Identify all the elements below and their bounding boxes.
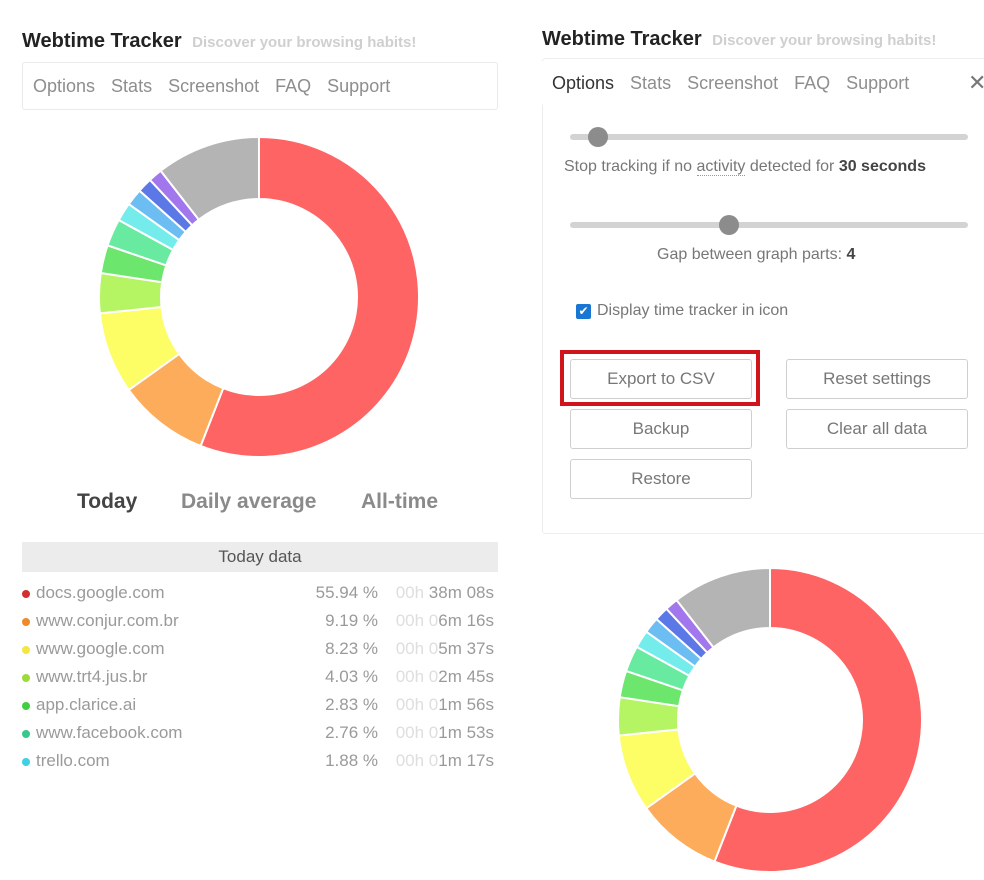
- table-row[interactable]: app.clarice.ai 2.83 % 00h 01m 56s: [22, 692, 498, 720]
- site-name: www.trt4.jus.br: [36, 667, 148, 686]
- stop-tracking-text: detected for: [745, 158, 839, 175]
- stop-tracking-value: 30 seconds: [838, 158, 926, 175]
- gap-label: Gap between graph parts: 4: [657, 246, 855, 264]
- nav-options[interactable]: Options: [552, 73, 614, 94]
- color-dot: [22, 702, 30, 710]
- nav-screenshot[interactable]: Screenshot: [687, 73, 778, 94]
- site-name: app.clarice.ai: [36, 695, 137, 714]
- site-name: www.facebook.com: [36, 723, 183, 742]
- nav-screenshot[interactable]: Screenshot: [168, 76, 259, 97]
- table-row[interactable]: docs.google.com 55.94 % 00h 38m 08s: [22, 580, 498, 608]
- site-time: 00h 38m 08s: [395, 583, 494, 602]
- tab-daily-average[interactable]: Daily average: [181, 490, 316, 514]
- activity-link[interactable]: activity: [696, 158, 746, 176]
- color-dot: [22, 730, 30, 738]
- clear-all-data-button[interactable]: Clear all data: [786, 409, 968, 449]
- site-percent: 9.19 %: [325, 611, 378, 630]
- export-csv-button[interactable]: Export to CSV: [570, 359, 752, 399]
- site-time: 00h 01m 56s: [395, 695, 494, 714]
- tab-all-time[interactable]: All-time: [361, 490, 438, 514]
- nav-faq[interactable]: FAQ: [794, 73, 830, 94]
- usage-donut-chart: [617, 566, 923, 873]
- site-percent: 1.88 %: [325, 751, 378, 770]
- table-row[interactable]: www.google.com 8.23 % 00h 05m 37s: [22, 636, 498, 664]
- site-percent: 55.94 %: [315, 583, 378, 602]
- site-percent: 4.03 %: [325, 667, 378, 686]
- nav-stats[interactable]: Stats: [630, 73, 671, 94]
- period-tabs: Today Daily average All-time: [0, 490, 520, 520]
- color-dot: [22, 618, 30, 626]
- table-row[interactable]: trello.com 1.88 % 00h 01m 17s: [22, 748, 498, 776]
- gap-slider[interactable]: [570, 215, 968, 235]
- left-panel: Webtime Tracker Discover your browsing h…: [0, 0, 520, 777]
- nav-stats[interactable]: Stats: [111, 76, 152, 97]
- nav-support[interactable]: Support: [846, 73, 909, 94]
- app-header: Webtime Tracker Discover your browsing h…: [542, 28, 936, 51]
- color-dot: [22, 590, 30, 598]
- stop-tracking-text: Stop tracking if no: [564, 158, 697, 175]
- site-time: 00h 06m 16s: [395, 611, 494, 630]
- site-percent: 8.23 %: [325, 639, 378, 658]
- app-subtitle: Discover your browsing habits!: [192, 34, 417, 51]
- gap-value: 4: [846, 246, 856, 263]
- checkbox-checked-icon[interactable]: ✔: [576, 303, 591, 319]
- table-row[interactable]: www.facebook.com 2.76 % 00h 01m 53s: [22, 720, 498, 748]
- site-percent: 2.76 %: [325, 723, 378, 742]
- site-name: trello.com: [36, 751, 110, 770]
- site-time: 00h 02m 45s: [395, 667, 494, 686]
- table-row[interactable]: www.trt4.jus.br 4.03 % 00h 02m 45s: [22, 664, 498, 692]
- site-time: 00h 05m 37s: [395, 639, 494, 658]
- site-name: www.google.com: [36, 639, 165, 658]
- data-header: Today data: [22, 542, 498, 572]
- display-icon-label: Display time tracker in icon: [597, 302, 789, 319]
- app-title: Webtime Tracker: [542, 28, 702, 50]
- nav-bar: Options Stats Screenshot FAQ Support: [22, 62, 498, 110]
- right-panel: Webtime Tracker Discover your browsing h…: [520, 0, 984, 873]
- site-name: docs.google.com: [36, 583, 165, 602]
- restore-button[interactable]: Restore: [570, 459, 752, 499]
- nav-faq[interactable]: FAQ: [275, 76, 311, 97]
- close-icon[interactable]: ✕: [968, 70, 984, 96]
- color-dot: [22, 674, 30, 682]
- gap-text: Gap between graph parts:: [657, 246, 847, 263]
- stop-tracking-slider[interactable]: [570, 127, 968, 147]
- table-row[interactable]: www.conjur.com.br 9.19 % 00h 06m 16s: [22, 608, 498, 636]
- site-time: 00h 01m 53s: [395, 723, 494, 742]
- nav-options[interactable]: Options: [33, 76, 95, 97]
- data-list: docs.google.com 55.94 % 00h 38m 08s www.con…: [22, 580, 498, 776]
- stop-tracking-label: Stop tracking if no activity detected fo…: [564, 158, 926, 176]
- backup-button[interactable]: Backup: [570, 409, 752, 449]
- app-header: Webtime Tracker Discover your browsing h…: [22, 30, 416, 53]
- nav-bar: Options Stats Screenshot FAQ Support: [542, 60, 984, 106]
- site-percent: 2.83 %: [325, 695, 378, 714]
- nav-support[interactable]: Support: [327, 76, 390, 97]
- site-time: 00h 01m 17s: [395, 751, 494, 770]
- display-icon-option[interactable]: ✔ Display time tracker in icon: [576, 302, 788, 320]
- slider-knob[interactable]: [587, 127, 608, 147]
- tab-today[interactable]: Today: [77, 490, 137, 514]
- color-dot: [22, 758, 30, 766]
- color-dot: [22, 646, 30, 654]
- app-title: Webtime Tracker: [22, 30, 182, 52]
- usage-donut-chart: [98, 135, 420, 458]
- app-subtitle: Discover your browsing habits!: [712, 32, 937, 49]
- reset-settings-button[interactable]: Reset settings: [786, 359, 968, 399]
- site-name: www.conjur.com.br: [36, 611, 179, 630]
